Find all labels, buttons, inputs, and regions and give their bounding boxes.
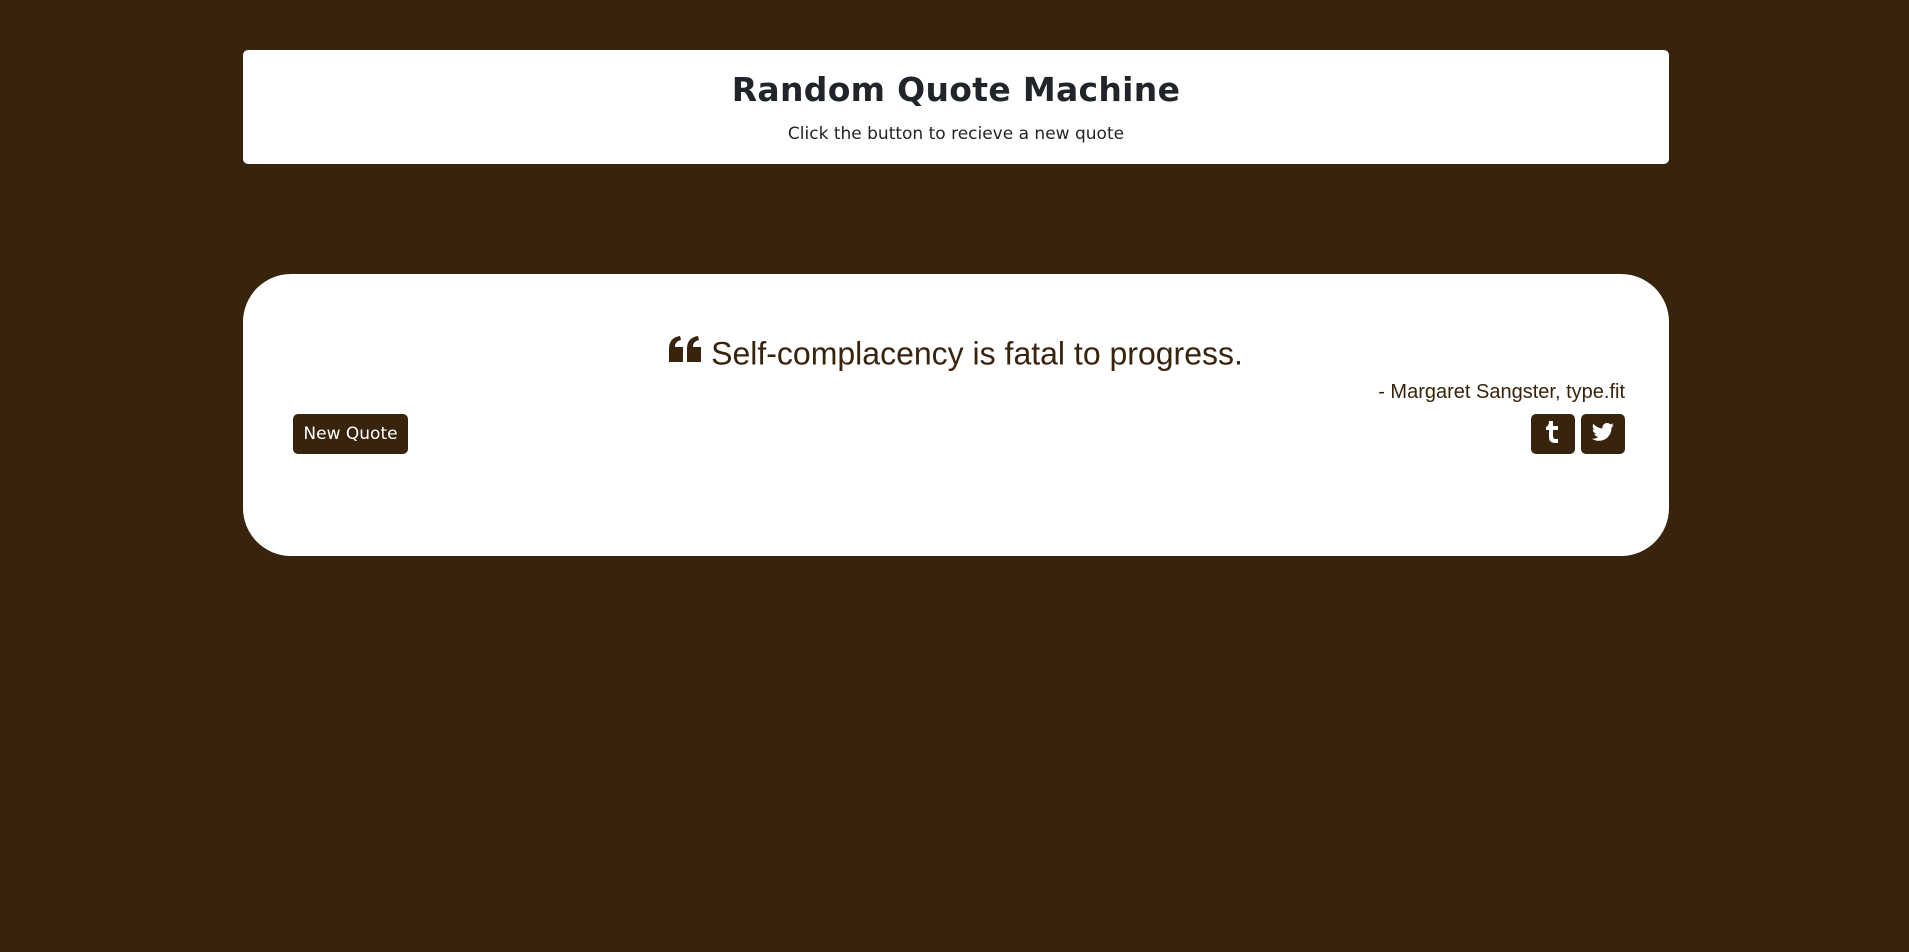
quote-left-icon <box>669 331 702 371</box>
twitter-icon <box>1592 423 1614 445</box>
quote-text: Self-complacency is fatal to progress. <box>711 335 1243 372</box>
page-title: Random Quote Machine <box>731 70 1181 109</box>
page-subtitle: Click the button to recieve a new quote <box>787 124 1125 144</box>
tumblr-icon <box>1545 421 1561 447</box>
quote-box: Self-complacency is fatal to progress. -… <box>243 274 1669 556</box>
share-tumblr-button[interactable] <box>1531 414 1575 454</box>
new-quote-button[interactable]: New Quote <box>293 414 408 454</box>
quote-author: - Margaret Sangster, type.fit <box>1378 381 1625 403</box>
quote-line: Self-complacency is fatal to progress. <box>243 331 1669 374</box>
share-twitter-button[interactable] <box>1581 414 1625 454</box>
header-card: Random Quote Machine Click the button to… <box>243 50 1669 164</box>
